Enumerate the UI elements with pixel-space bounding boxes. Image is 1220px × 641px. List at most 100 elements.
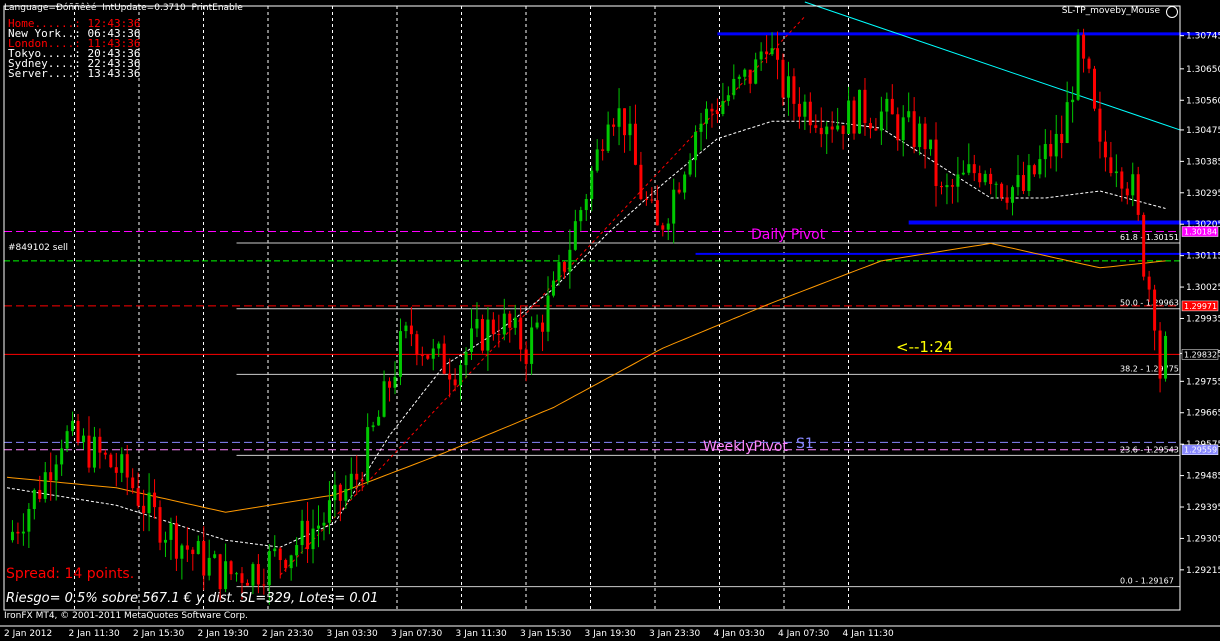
candle-body (60, 448, 64, 465)
candle-body (382, 381, 386, 417)
candle-body (10, 531, 14, 541)
candle-body (136, 488, 140, 506)
candle-body (202, 541, 206, 576)
candle-body (486, 319, 490, 351)
candle-body (923, 123, 927, 150)
candle-body (934, 139, 938, 187)
candle-body (978, 173, 982, 183)
candle-body (114, 467, 118, 473)
candle-body (726, 95, 730, 102)
candle-body (284, 560, 288, 569)
candle-body (929, 139, 933, 150)
candle-body (759, 51, 763, 60)
candle-body (781, 59, 785, 98)
candle-body (256, 564, 260, 585)
candle-body (338, 484, 342, 501)
candle-body (491, 319, 495, 334)
candle-body (131, 477, 135, 489)
candle-body (235, 573, 239, 575)
candle-body (76, 420, 80, 443)
candle-body (961, 172, 965, 175)
candle-body (1060, 133, 1064, 144)
candle-body (803, 101, 807, 117)
bar-timer: <--1:24 (896, 338, 954, 356)
candle-body (584, 199, 588, 211)
candle-body (366, 427, 370, 482)
indicator-header: Language=Ðóññêèé IntUpdate=0.3710 PrintE… (4, 3, 243, 13)
candle-body (431, 348, 435, 359)
candle-body (1000, 183, 1004, 198)
candle-body (1136, 174, 1140, 215)
candle-body (617, 108, 621, 127)
copyright-label: IronFX MT4, © 2001-2011 MetaQuotes Softw… (4, 611, 248, 621)
candle-body (1164, 335, 1168, 379)
price-tag-label: 1.30184 (1184, 228, 1217, 237)
candle-body (972, 164, 976, 174)
candle-body (950, 185, 954, 187)
candle-body (699, 123, 703, 132)
candle-body (349, 473, 353, 489)
candle-body (1147, 276, 1151, 290)
candle-body (1049, 144, 1053, 157)
candle-body (1021, 175, 1025, 191)
candle-body (1038, 159, 1042, 175)
candle-body (1142, 214, 1146, 277)
candle-body (612, 124, 616, 127)
candle-body (218, 554, 222, 590)
candle-body (82, 435, 86, 443)
candle-body (918, 123, 922, 148)
x-tick-label: 2 Jan 11:30 (69, 629, 121, 639)
y-tick-label: 1.30475 (1186, 126, 1220, 136)
candle-body (153, 492, 157, 508)
int-update-label: IntUpdate=0.3710 (102, 3, 186, 13)
candle-body (191, 549, 195, 555)
expert-advisor-name[interactable]: SL-TP_moveby_Mouse (1062, 6, 1160, 16)
candle-body (797, 103, 801, 117)
price-tag-label: 1.29832 (1184, 350, 1217, 359)
candle-body (355, 473, 359, 480)
candle-body (661, 225, 665, 230)
candle-body (207, 557, 211, 576)
candle-body (655, 200, 659, 226)
candle-body (333, 484, 337, 501)
candle-body (1043, 144, 1047, 160)
candle-body (590, 170, 594, 200)
candle-body (715, 111, 719, 115)
y-tick-label: 1.29755 (1186, 377, 1220, 387)
y-tick-label: 1.30115 (1186, 252, 1220, 262)
candle-body (530, 327, 534, 364)
weekly-s1-label: S1 (796, 436, 814, 452)
y-tick-label: 1.30650 (1186, 65, 1220, 75)
candle-body (278, 548, 282, 561)
candle-body (858, 89, 862, 134)
candle-body (989, 173, 993, 185)
candle-body (1120, 171, 1124, 189)
candle-body (470, 328, 474, 352)
price-tag-label: 1.29559 (1184, 446, 1217, 455)
print-enable-label: PrintEnable (191, 3, 243, 13)
candle-body (737, 76, 741, 79)
candle-body (437, 343, 441, 349)
candle-body (415, 334, 419, 356)
x-tick-label: 2 Jan 19:30 (198, 629, 250, 639)
chart-background (0, 0, 1220, 641)
candle-body (557, 262, 561, 281)
x-tick-label: 3 Jan 23:30 (649, 629, 701, 639)
candle-body (1082, 34, 1086, 59)
candle-body (21, 531, 25, 534)
candle-body (262, 584, 266, 586)
candle-body (453, 379, 457, 386)
x-tick-label: 3 Jan 03:30 (327, 629, 379, 639)
candle-body (311, 528, 315, 550)
price-chart[interactable]: 61.8 - 1.3015150.0 - 1.2996338.2 - 1.297… (0, 0, 1220, 641)
weekly-pivot-label: WeeklyPivot (703, 439, 788, 455)
candle-body (98, 436, 102, 453)
clock-row: Server....: 13:43:36 (8, 67, 141, 80)
candle-body (770, 48, 774, 55)
candle-body (672, 189, 676, 224)
candle-body (710, 108, 714, 112)
candle-body (754, 59, 758, 84)
candle-body (409, 325, 413, 335)
order-label[interactable]: #849102 sell (8, 243, 68, 253)
candle-body (480, 318, 484, 351)
